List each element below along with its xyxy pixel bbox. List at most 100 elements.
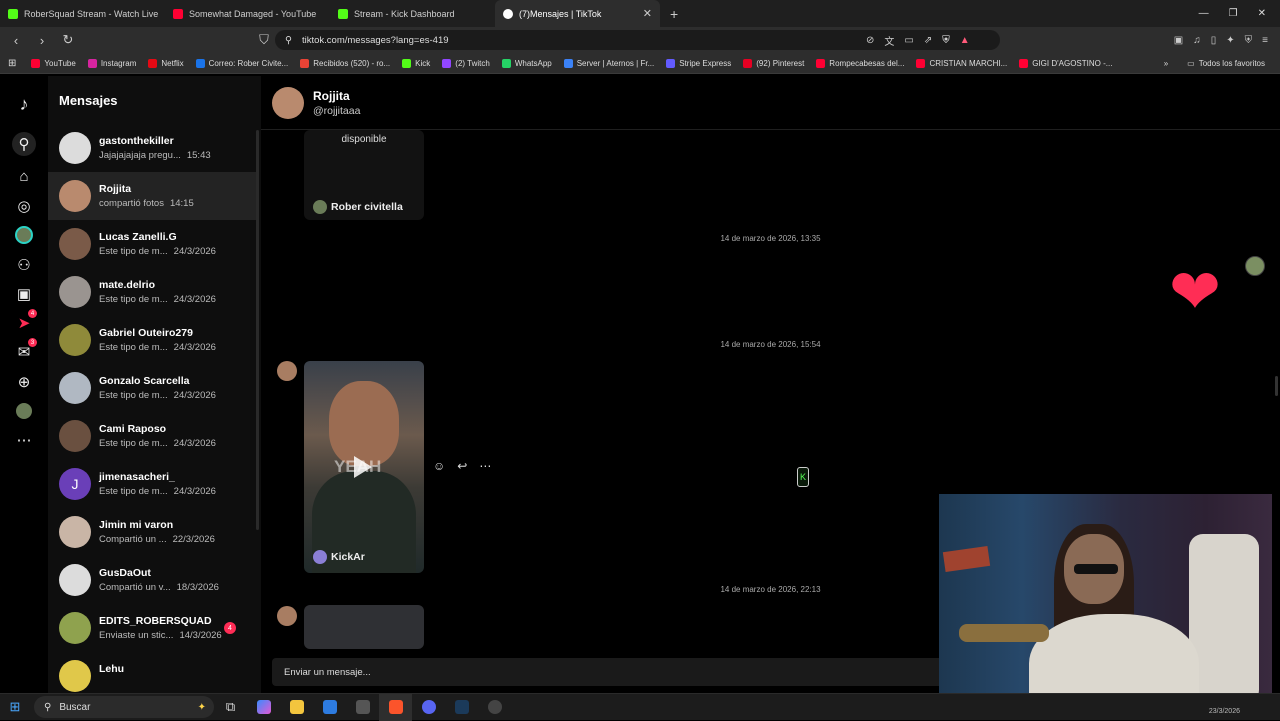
brave-icon[interactable]: [379, 693, 412, 721]
bookmark-item[interactable]: Server | Aternos | Fr...: [559, 58, 660, 68]
bookmark-item[interactable]: (2) Twitch: [437, 58, 495, 68]
close-tab-icon[interactable]: ✕: [643, 7, 652, 20]
home-icon[interactable]: ⌂: [14, 166, 34, 186]
steam-icon[interactable]: [445, 694, 478, 721]
conversation-item[interactable]: gastonthekiller Jajajajajaja pregu... 15:4…: [48, 124, 256, 172]
cast-icon[interactable]: ▭: [904, 35, 913, 46]
reload-icon[interactable]: ↻: [60, 32, 76, 48]
browser-tab-active[interactable]: (7)Mensajes | TikTok ✕: [495, 0, 660, 27]
obs-icon[interactable]: [478, 694, 511, 721]
profile-avatar-icon[interactable]: [14, 401, 34, 421]
bookmark-icon[interactable]: ⛉: [256, 32, 272, 48]
conversation-name: Gabriel Outeiro279: [99, 327, 193, 339]
conversation-item[interactable]: EDITS_ROBERSQUAD Enviaste un stic... 14/3/…: [48, 604, 256, 652]
upload-icon[interactable]: ⊕: [14, 372, 34, 392]
bookmark-item[interactable]: Netflix: [143, 58, 188, 68]
conversation-avatar: [59, 516, 91, 548]
bookmark-item[interactable]: Recibidos (520) - ro...: [295, 58, 395, 68]
bookmark-item[interactable]: CRISTIAN MARCHI...: [911, 58, 1012, 68]
heart-sticker[interactable]: ❤: [1169, 262, 1221, 324]
conversation-item[interactable]: Gabriel Outeiro279 Este tipo de m... 24/3/…: [48, 316, 256, 364]
discord-icon[interactable]: [412, 694, 445, 721]
minimize-icon[interactable]: —: [1199, 8, 1209, 19]
close-window-icon[interactable]: ✕: [1258, 8, 1266, 19]
bookmark-item[interactable]: GIGI D'AGOSTINO -...: [1014, 58, 1117, 68]
conversation-item[interactable]: Cami Raposo Este tipo de m... 24/3/2026: [48, 412, 256, 460]
following-avatar-icon[interactable]: [14, 225, 34, 245]
sidebar-icon[interactable]: ▯: [1211, 35, 1217, 46]
conversation-item[interactable]: Rojjita compartió fotos 14:15: [48, 172, 256, 220]
all-favorites[interactable]: ▭ Todos los favoritos: [1182, 59, 1270, 68]
conversation-item[interactable]: Lucas Zanelli.G Este tipo de m... 24/3/202…: [48, 220, 256, 268]
restore-icon[interactable]: ❐: [1229, 8, 1238, 19]
contact-message-avatar[interactable]: [277, 361, 297, 381]
shared-video-card[interactable]: YEAH KickAr: [304, 361, 424, 573]
reply-icon[interactable]: ↩: [457, 459, 467, 473]
shared-video-card[interactable]: [304, 605, 424, 649]
media-icon[interactable]: ♫: [1193, 35, 1201, 46]
wallet-icon[interactable]: ▣: [1174, 35, 1183, 46]
contact-message-avatar[interactable]: [277, 606, 297, 626]
contact-avatar[interactable]: [272, 86, 304, 119]
brave-rewards-icon[interactable]: ▲: [960, 35, 970, 46]
tiktok-logo-icon[interactable]: ♪: [14, 94, 34, 114]
share-icon[interactable]: ⇗: [924, 35, 932, 46]
conversation-preview-row: Este tipo de m... 24/3/2026: [99, 246, 216, 257]
messages-icon[interactable]: ✉ 3: [14, 338, 37, 362]
conversation-time: 15:43: [186, 150, 211, 161]
bookmark-item[interactable]: Instagram: [83, 58, 142, 68]
my-avatar[interactable]: [1245, 256, 1265, 276]
live-icon[interactable]: ▣: [14, 284, 34, 304]
conversation-item[interactable]: Lehu: [48, 652, 256, 693]
browser-tab[interactable]: RoberSquad Stream - Watch Live: [0, 0, 165, 27]
search-icon[interactable]: ⚲: [12, 132, 36, 156]
conversation-item[interactable]: Gonzalo Scarcella Este tipo de m... 24/3/2…: [48, 364, 256, 412]
chat-scrollbar[interactable]: [1275, 376, 1278, 396]
browser-tab[interactable]: Stream - Kick Dashboard: [330, 0, 495, 27]
play-icon[interactable]: [354, 456, 372, 478]
task-view-icon[interactable]: ⧉: [214, 694, 247, 721]
chat-header[interactable]: Rojjita @rojjitaaa: [261, 76, 1280, 130]
translate-icon[interactable]: 文: [884, 33, 894, 48]
tracking-icon[interactable]: ⊘: [866, 35, 874, 46]
file-explorer-icon[interactable]: [280, 694, 313, 721]
conversation-item[interactable]: Jimin mi varon Compartió un ... 22/3/2026: [48, 508, 256, 556]
bookmark-item[interactable]: YouTube: [26, 58, 80, 68]
leo-icon[interactable]: ✦: [1226, 35, 1234, 46]
more-options-icon[interactable]: ⋯: [479, 459, 491, 473]
brave-shield-icon[interactable]: ⛨: [942, 35, 950, 46]
conversation-item[interactable]: mate.delrio Este tipo de m... 24/3/2026: [48, 268, 256, 316]
bookmark-item[interactable]: Stripe Express: [661, 58, 736, 68]
bookmark-item[interactable]: (92) Pinterest: [738, 58, 809, 68]
site-info-icon[interactable]: ⚲: [285, 35, 292, 46]
more-bookmarks-icon[interactable]: »: [1164, 59, 1168, 68]
explore-icon[interactable]: ◎: [14, 196, 34, 216]
new-tab-icon[interactable]: +: [660, 6, 688, 22]
browser-tab[interactable]: Somewhat Damaged - YouTube: [165, 0, 330, 27]
store-icon[interactable]: [313, 694, 346, 721]
unavailable-video-card[interactable]: Este video no está disponible Rober civi…: [304, 130, 424, 220]
react-icon[interactable]: ☺: [433, 459, 445, 473]
conversation-item[interactable]: Jjimenasacheri_ Este tipo de m... 24/3/202…: [48, 460, 256, 508]
app-icon[interactable]: [346, 694, 379, 721]
copilot-icon[interactable]: [247, 694, 280, 721]
bookmark-item[interactable]: Correo: Rober Civite...: [191, 58, 294, 68]
conversation-list-scrollbar[interactable]: [256, 130, 259, 530]
bookmark-item[interactable]: Rompecabesas del...: [811, 58, 909, 68]
vpn-icon[interactable]: ⛨: [1245, 35, 1253, 46]
taskbar-search[interactable]: ⚲ Buscar ✦: [34, 696, 214, 718]
more-icon[interactable]: ⋯: [14, 430, 34, 450]
back-icon[interactable]: ‹: [8, 33, 24, 48]
friends-icon[interactable]: ⚇: [14, 255, 34, 275]
bookmark-favicon-icon: [916, 58, 926, 68]
windows-start-icon[interactable]: ⊞: [0, 694, 30, 721]
conversation-avatar: [59, 372, 91, 404]
bookmark-item[interactable]: Kick: [397, 58, 435, 68]
forward-icon[interactable]: ›: [34, 33, 50, 48]
conversation-preview-row: Compartió un v... 18/3/2026: [99, 582, 219, 593]
inbox-icon[interactable]: ➤ 4: [14, 309, 37, 333]
menu-icon[interactable]: ≡: [1262, 35, 1268, 46]
apps-icon[interactable]: ⊞: [8, 58, 16, 69]
conversation-item[interactable]: GusDaOut Compartió un v... 18/3/2026: [48, 556, 256, 604]
bookmark-item[interactable]: WhatsApp: [497, 58, 557, 68]
